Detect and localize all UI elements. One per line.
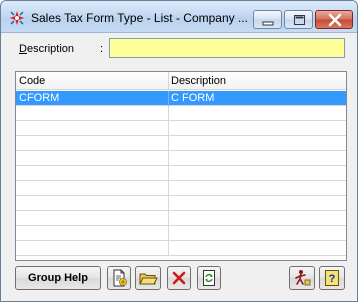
- empty-row[interactable]: [16, 106, 346, 121]
- exit-button[interactable]: [289, 266, 315, 290]
- close-icon: [328, 13, 342, 27]
- exit-icon: [295, 270, 311, 286]
- column-header-description[interactable]: Description: [171, 75, 226, 87]
- open-folder-icon: [139, 273, 158, 285]
- cell-divider: [168, 91, 169, 106]
- cell-divider: [168, 166, 169, 181]
- minimize-button[interactable]: [253, 10, 282, 29]
- cell-description: C FORM: [171, 92, 215, 104]
- cell-code: CFORM: [19, 92, 60, 104]
- help-icon: ?: [325, 270, 339, 286]
- cell-divider: [168, 211, 169, 226]
- window-title: Sales Tax Form Type - List - Company ...: [31, 11, 247, 25]
- column-header-code[interactable]: Code: [19, 75, 45, 87]
- cell-divider: [168, 226, 169, 241]
- filter-colon: :: [100, 43, 104, 55]
- empty-row[interactable]: [16, 181, 346, 196]
- close-window-button[interactable]: [315, 10, 353, 29]
- cell-divider: [168, 136, 169, 151]
- empty-row[interactable]: [16, 196, 346, 211]
- grid-header: Code Description: [16, 72, 346, 90]
- minimize-icon: [262, 21, 274, 26]
- refresh-button[interactable]: [197, 266, 221, 290]
- app-icon: [10, 11, 24, 25]
- empty-row[interactable]: [16, 151, 346, 166]
- refresh-icon: [203, 270, 215, 286]
- open-record-button[interactable]: [135, 266, 161, 290]
- group-help-button[interactable]: Group Help: [15, 266, 101, 290]
- cell-divider: [168, 196, 169, 211]
- description-filter-label: Description: [19, 43, 74, 55]
- column-divider[interactable]: [168, 72, 169, 90]
- empty-row[interactable]: [16, 241, 346, 256]
- cell-divider: [168, 241, 169, 256]
- form-type-grid[interactable]: Code Description CFORM C FORM: [15, 71, 347, 261]
- empty-row[interactable]: [16, 121, 346, 136]
- empty-row[interactable]: [16, 226, 346, 241]
- cell-divider: [168, 121, 169, 136]
- maximize-icon: [294, 15, 305, 25]
- description-filter-label-text: Description: [19, 43, 75, 55]
- list-window: Sales Tax Form Type - List - Company ...…: [0, 0, 358, 302]
- bottom-toolbar: Group Help ?: [1, 263, 357, 301]
- maximize-button[interactable]: [284, 10, 313, 29]
- new-record-icon: [113, 269, 127, 287]
- empty-row[interactable]: [16, 166, 346, 181]
- svg-text:?: ?: [329, 273, 336, 285]
- new-record-button[interactable]: [107, 266, 131, 290]
- cell-divider: [168, 106, 169, 121]
- delete-icon: [172, 271, 186, 285]
- cell-divider: [168, 181, 169, 196]
- empty-row[interactable]: [16, 136, 346, 151]
- empty-row[interactable]: [16, 211, 346, 226]
- table-row[interactable]: CFORM C FORM: [16, 91, 346, 106]
- cell-divider: [168, 151, 169, 166]
- description-filter-input[interactable]: [109, 38, 345, 58]
- delete-button[interactable]: [167, 266, 191, 290]
- title-bar[interactable]: Sales Tax Form Type - List - Company ...: [1, 1, 357, 33]
- help-button[interactable]: ?: [319, 266, 345, 290]
